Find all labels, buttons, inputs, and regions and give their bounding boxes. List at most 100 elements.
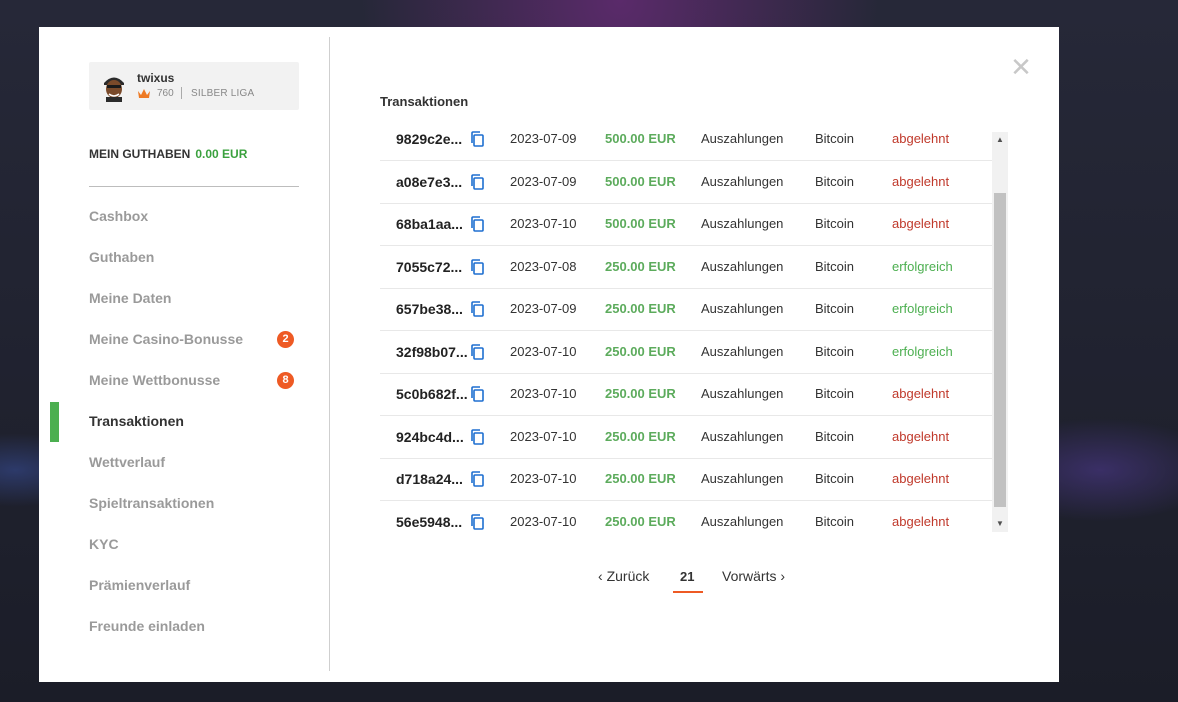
transaction-amount: 500.00 EUR xyxy=(605,216,676,231)
transaction-date: 2023-07-09 xyxy=(510,131,577,146)
crown-icon xyxy=(138,89,150,98)
transaction-date: 2023-07-10 xyxy=(510,428,577,444)
transaction-id: 32f98b07... xyxy=(396,343,468,360)
transaction-date: 2023-07-10 xyxy=(510,513,577,529)
transaction-id: 7055c72... xyxy=(396,258,463,275)
avatar xyxy=(98,70,130,102)
scroll-thumb[interactable] xyxy=(994,193,1006,507)
sidebar-item-freunde-einladen[interactable]: Freunde einladen xyxy=(89,618,205,634)
transaction-type: Auszahlungen xyxy=(701,471,784,486)
transaction-method: Bitcoin xyxy=(815,513,855,529)
transaction-type: Auszahlungen xyxy=(701,301,784,316)
copy-icon[interactable] xyxy=(470,471,484,487)
panel-divider xyxy=(329,37,330,671)
transaction-method: Bitcoin xyxy=(815,471,855,486)
pagination-current-page[interactable]: 21 xyxy=(680,569,694,584)
sidebar-item-meine-daten[interactable]: Meine Daten xyxy=(89,290,171,306)
transaction-status: abgelehnt xyxy=(892,513,950,529)
close-icon[interactable]: ✕ xyxy=(1010,54,1032,80)
page-title: Transaktionen xyxy=(380,94,469,109)
sidebar-item-spieltransaktionen[interactable]: Spieltransaktionen xyxy=(89,495,214,511)
transaction-method: Bitcoin xyxy=(815,131,855,146)
transaction-amount: 250.00 EUR xyxy=(605,258,676,274)
copy-icon[interactable] xyxy=(470,428,484,445)
transaction-status: abgelehnt xyxy=(892,216,950,231)
sidebar-item-cashbox[interactable]: Cashbox xyxy=(89,208,148,224)
current-page-underline xyxy=(673,591,703,593)
scroll-down-arrow-icon[interactable]: ▼ xyxy=(992,516,1008,532)
transaction-amount: 250.00 EUR xyxy=(605,343,676,359)
transaction-amount: 250.00 EUR xyxy=(605,513,676,529)
copy-icon[interactable] xyxy=(470,301,484,317)
transaction-type: Auszahlungen xyxy=(701,513,784,529)
table-row: d718a24... 2023-07-10 250.00 EUR Auszahlung… xyxy=(380,458,992,501)
transaction-type: Auszahlungen xyxy=(701,131,784,146)
sidebar-divider xyxy=(89,186,299,187)
sidebar-item-kyc[interactable]: KYC xyxy=(89,536,119,552)
transaction-method: Bitcoin xyxy=(815,428,855,444)
transaction-amount: 500.00 EUR xyxy=(605,173,676,189)
copy-icon[interactable] xyxy=(470,216,484,232)
copy-icon[interactable] xyxy=(470,173,484,190)
sidebar-item-casino-bonusse[interactable]: Meine Casino-Bonusse xyxy=(89,331,243,347)
balance-amount: 0.00 EUR xyxy=(195,147,248,161)
transaction-status: erfolgreich xyxy=(892,301,953,316)
table-row: 68ba1aa... 2023-07-10 500.00 EUR Auszahlung… xyxy=(380,203,992,246)
table-row: 9829c2e... 2023-07-09 500.00 EUR Auszahlung… xyxy=(380,118,992,161)
sidebar-item-wettverlauf[interactable]: Wettverlauf xyxy=(89,454,165,470)
table-row: 32f98b07... 2023-07-10 250.00 EUR Auszahlun… xyxy=(380,331,992,374)
transaction-type: Auszahlungen xyxy=(701,428,784,444)
user-card: twixus 760 SILBER LIGA xyxy=(89,62,299,110)
scroll-up-arrow-icon[interactable]: ▲ xyxy=(992,132,1008,148)
transaction-amount: 250.00 EUR xyxy=(605,471,676,486)
chevron-right-icon: › xyxy=(780,568,786,584)
transaction-id: 56e5948... xyxy=(396,513,463,530)
transaction-id: 657be38... xyxy=(396,301,463,317)
transaction-type: Auszahlungen xyxy=(701,173,784,189)
transaction-date: 2023-07-09 xyxy=(510,301,577,316)
sidebar-item-transaktionen[interactable]: Transaktionen xyxy=(89,413,184,429)
copy-icon[interactable] xyxy=(470,513,484,530)
transaction-date: 2023-07-10 xyxy=(510,386,577,401)
chevron-left-icon: ‹ xyxy=(598,568,603,584)
pagination-next-button[interactable]: Vorwärts › xyxy=(722,568,785,584)
transaction-date: 2023-07-10 xyxy=(510,216,577,231)
table-row: 7055c72... 2023-07-08 250.00 EUR Auszahlung… xyxy=(380,246,992,289)
transaction-method: Bitcoin xyxy=(815,258,855,274)
transaction-status: abgelehnt xyxy=(892,428,950,444)
sidebar-item-guthaben[interactable]: Guthaben xyxy=(89,249,154,265)
transaction-method: Bitcoin xyxy=(815,301,855,316)
sidebar-item-praemienverlauf[interactable]: Prämienverlauf xyxy=(89,577,190,593)
transaction-amount: 250.00 EUR xyxy=(605,301,676,316)
transaction-method: Bitcoin xyxy=(815,343,855,359)
transaction-id: a08e7e3... xyxy=(396,173,463,190)
transaction-id: 68ba1aa... xyxy=(396,216,463,232)
transaction-date: 2023-07-09 xyxy=(510,173,577,189)
transaction-method: Bitcoin xyxy=(815,386,855,401)
transaction-amount: 250.00 EUR xyxy=(605,428,676,444)
transaction-status: erfolgreich xyxy=(892,258,953,274)
transaction-date: 2023-07-10 xyxy=(510,471,577,486)
copy-icon[interactable] xyxy=(470,343,484,360)
copy-icon[interactable] xyxy=(470,131,484,147)
table-row: a08e7e3... 2023-07-09 500.00 EUR Auszahlung… xyxy=(380,161,992,204)
transaction-status: abgelehnt xyxy=(892,386,950,401)
transaction-type: Auszahlungen xyxy=(701,216,784,231)
transaction-id: d718a24... xyxy=(396,471,463,487)
pagination-prev-button[interactable]: ‹ Zurück xyxy=(598,568,649,584)
transaction-type: Auszahlungen xyxy=(701,386,784,401)
transaction-type: Auszahlungen xyxy=(701,258,784,274)
username: twixus xyxy=(137,71,175,85)
pagination-prev-label: Zurück xyxy=(606,568,650,584)
transaction-id: 9829c2e... xyxy=(396,131,463,147)
copy-icon[interactable] xyxy=(470,258,484,275)
sidebar-item-wettbonusse[interactable]: Meine Wettbonusse xyxy=(89,372,220,388)
table-scrollbar[interactable]: ▲ ▼ xyxy=(992,132,1008,532)
transactions-table: 9829c2e... 2023-07-09 500.00 EUR Auszahlung… xyxy=(380,118,992,532)
transaction-status: abgelehnt xyxy=(892,471,950,486)
transaction-amount: 250.00 EUR xyxy=(605,386,676,401)
transaction-date: 2023-07-08 xyxy=(510,258,577,274)
user-points: 760 xyxy=(157,88,174,99)
copy-icon[interactable] xyxy=(470,386,484,402)
table-row: 657be38... 2023-07-09 250.00 EUR Auszahlung… xyxy=(380,288,992,331)
